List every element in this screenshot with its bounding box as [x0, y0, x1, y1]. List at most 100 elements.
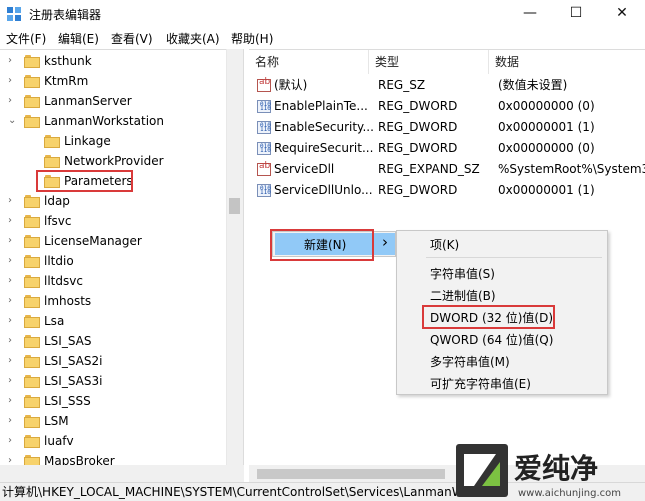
- value-type-cell[interactable]: REG_DWORD: [378, 180, 457, 201]
- submenu-key[interactable]: 项(K): [430, 236, 459, 253]
- value-type-cell[interactable]: REG_DWORD: [378, 96, 457, 117]
- tree-item[interactable]: ⌄ LanmanWorkstation: [0, 111, 226, 131]
- menu-file[interactable]: 文件(F): [6, 30, 46, 47]
- chevron-right-icon[interactable]: ›: [8, 211, 16, 231]
- tree-item-label: Lsa: [44, 314, 65, 328]
- folder-icon: [24, 315, 40, 328]
- tree-item[interactable]: › lmhosts: [0, 291, 226, 311]
- chevron-right-icon[interactable]: ›: [8, 391, 16, 411]
- value-type-cell[interactable]: REG_DWORD: [378, 117, 457, 138]
- folder-icon: [24, 335, 40, 348]
- tree-item[interactable]: › Lsa: [0, 311, 226, 331]
- submenu-string-value[interactable]: 字符串值(S): [430, 265, 495, 282]
- tree-item-label: lmhosts: [44, 294, 92, 308]
- tree-item[interactable]: › LicenseManager: [0, 231, 226, 251]
- value-name-cell[interactable]: ServiceDllUnlo...: [274, 180, 373, 201]
- title-bar: 注册表编辑器 — ☐ ✕: [0, 0, 645, 28]
- column-header-name[interactable]: 名称: [249, 50, 369, 74]
- dword-highlight-box: [422, 305, 555, 329]
- folder-icon: [24, 415, 40, 428]
- binary-value-icon: 010 110: [257, 121, 271, 134]
- chevron-right-icon[interactable]: ›: [8, 291, 16, 311]
- tree-item[interactable]: › LSI_SAS3i: [0, 371, 226, 391]
- menu-view[interactable]: 查看(V): [111, 30, 153, 47]
- tree-item-label: lltdsvc: [44, 274, 83, 288]
- minimize-button[interactable]: —: [507, 0, 553, 28]
- menu-favorites[interactable]: 收藏夹(A): [166, 30, 220, 47]
- value-data-cell[interactable]: 0x00000000 (0): [498, 96, 595, 117]
- value-name-cell[interactable]: ServiceDll: [274, 159, 334, 180]
- tree-item-label: ksthunk: [44, 54, 92, 68]
- chevron-right-icon[interactable]: ›: [8, 351, 16, 371]
- menu-help[interactable]: 帮助(H): [231, 30, 273, 47]
- tree-item[interactable]: › LSM: [0, 411, 226, 431]
- value-name-cell[interactable]: (默认): [274, 75, 307, 96]
- tree-item[interactable]: › LSI_SSS: [0, 391, 226, 411]
- tree-vertical-scrollbar[interactable]: [226, 49, 243, 465]
- folder-icon: [44, 135, 60, 148]
- folder-icon: [24, 455, 40, 465]
- chevron-right-icon[interactable]: ›: [8, 451, 16, 465]
- chevron-right-icon[interactable]: ›: [8, 331, 16, 351]
- value-data-cell[interactable]: %SystemRoot%\System32: [498, 159, 645, 180]
- submenu-binary-value[interactable]: 二进制值(B): [430, 287, 496, 304]
- maximize-button[interactable]: ☐: [553, 0, 599, 28]
- chevron-down-icon[interactable]: ⌄: [8, 111, 16, 131]
- tree-item[interactable]: › KtmRm: [0, 71, 226, 91]
- tree-item[interactable]: Linkage: [0, 131, 226, 151]
- chevron-right-icon[interactable]: ›: [8, 251, 16, 271]
- value-type-cell[interactable]: REG_SZ: [378, 75, 425, 96]
- tree-item-label: LSI_SAS3i: [44, 374, 103, 388]
- binary-value-icon: 010 110: [257, 184, 271, 197]
- tree-item[interactable]: › lltdsvc: [0, 271, 226, 291]
- chevron-right-icon[interactable]: ›: [8, 271, 16, 291]
- folder-icon: [24, 275, 40, 288]
- value-data-cell[interactable]: 0x00000001 (1): [498, 180, 595, 201]
- tree-scroll-thumb[interactable]: [229, 198, 240, 214]
- chevron-right-icon[interactable]: ›: [8, 51, 16, 71]
- tree-item[interactable]: NetworkProvider: [0, 151, 226, 171]
- value-name-cell[interactable]: EnableSecurity...: [274, 117, 374, 138]
- menu-edit[interactable]: 编辑(E): [58, 30, 99, 47]
- chevron-right-icon[interactable]: ›: [8, 411, 16, 431]
- submenu-qword-value[interactable]: QWORD (64 位)值(Q): [430, 331, 553, 348]
- column-header-data[interactable]: 数据: [489, 50, 645, 74]
- tree-item-label: LSI_SAS: [44, 334, 92, 348]
- value-data-cell[interactable]: 0x00000001 (1): [498, 117, 595, 138]
- tree-item-label: ldap: [44, 194, 70, 208]
- chevron-right-icon[interactable]: ›: [8, 311, 16, 331]
- tree-item[interactable]: › LanmanServer: [0, 91, 226, 111]
- value-data-cell[interactable]: (数值未设置): [498, 75, 567, 96]
- tree-item[interactable]: › ksthunk: [0, 51, 226, 71]
- chevron-right-icon[interactable]: ›: [8, 91, 16, 111]
- tree-item[interactable]: › luafv: [0, 431, 226, 451]
- folder-icon: [24, 55, 40, 68]
- tree-horizontal-scrollbar[interactable]: [0, 465, 244, 482]
- chevron-right-icon[interactable]: ›: [8, 71, 16, 91]
- submenu-expandable-string-value[interactable]: 可扩充字符串值(E): [430, 375, 531, 392]
- key-tree[interactable]: › ksthunk › KtmRm › LanmanServer ⌄ LanmanWorkst…: [0, 49, 244, 465]
- tree-item-label: LanmanServer: [44, 94, 132, 108]
- tree-item[interactable]: › ldap: [0, 191, 226, 211]
- value-name-cell[interactable]: RequireSecurit...: [274, 138, 373, 159]
- value-data-cell[interactable]: 0x00000000 (0): [498, 138, 595, 159]
- chevron-right-icon[interactable]: ›: [8, 371, 16, 391]
- submenu-arrow-icon: ›: [382, 233, 388, 251]
- close-button[interactable]: ✕: [599, 0, 645, 28]
- tree-item[interactable]: › LSI_SAS2i: [0, 351, 226, 371]
- submenu-multi-string-value[interactable]: 多字符串值(M): [430, 353, 510, 370]
- chevron-right-icon[interactable]: ›: [8, 431, 16, 451]
- registry-editor-icon: [7, 7, 21, 21]
- value-type-cell[interactable]: REG_DWORD: [378, 138, 457, 159]
- value-name-cell[interactable]: EnablePlainTe...: [274, 96, 368, 117]
- value-type-cell[interactable]: REG_EXPAND_SZ: [378, 159, 480, 180]
- tree-item[interactable]: › lltdio: [0, 251, 226, 271]
- tree-item[interactable]: › lfsvc: [0, 211, 226, 231]
- chevron-right-icon[interactable]: ›: [8, 191, 16, 211]
- tree-item[interactable]: › LSI_SAS: [0, 331, 226, 351]
- tree-item[interactable]: › MapsBroker: [0, 451, 226, 465]
- folder-icon: [24, 375, 40, 388]
- list-scroll-thumb[interactable]: [257, 469, 445, 479]
- chevron-right-icon[interactable]: ›: [8, 231, 16, 251]
- column-header-type[interactable]: 类型: [369, 50, 489, 74]
